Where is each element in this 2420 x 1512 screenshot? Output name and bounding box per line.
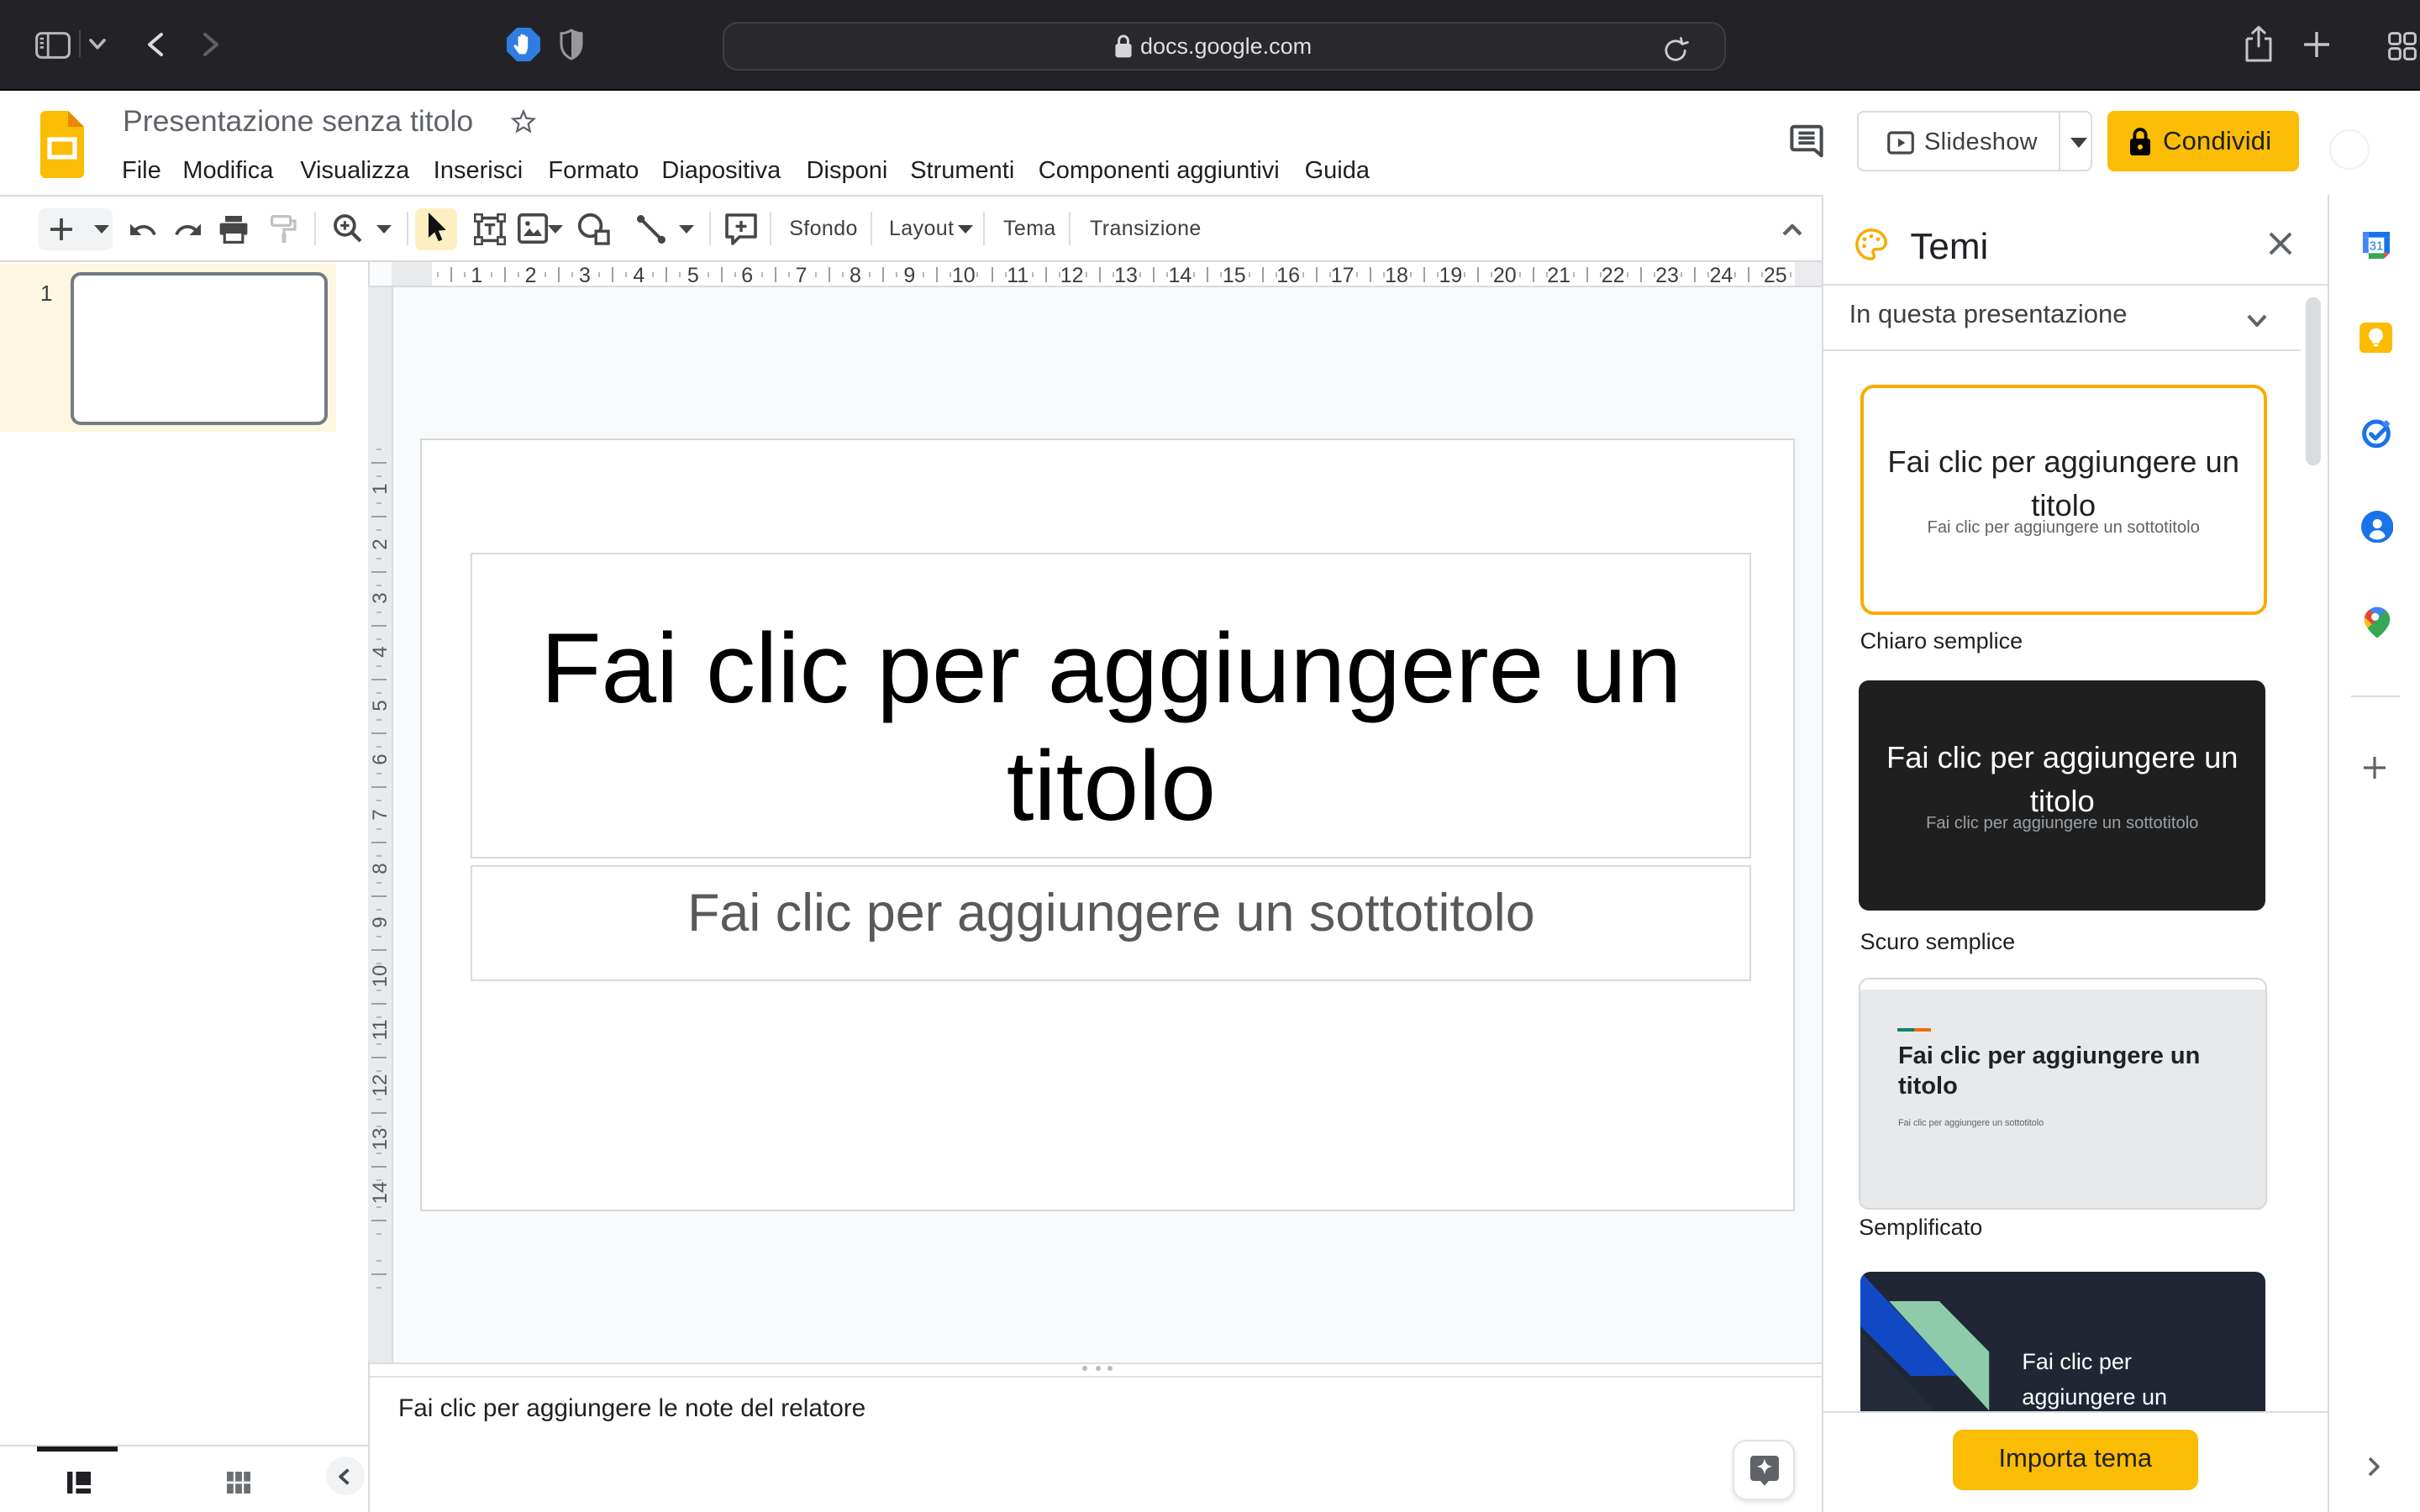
svg-text:31: 31 <box>2370 239 2384 254</box>
